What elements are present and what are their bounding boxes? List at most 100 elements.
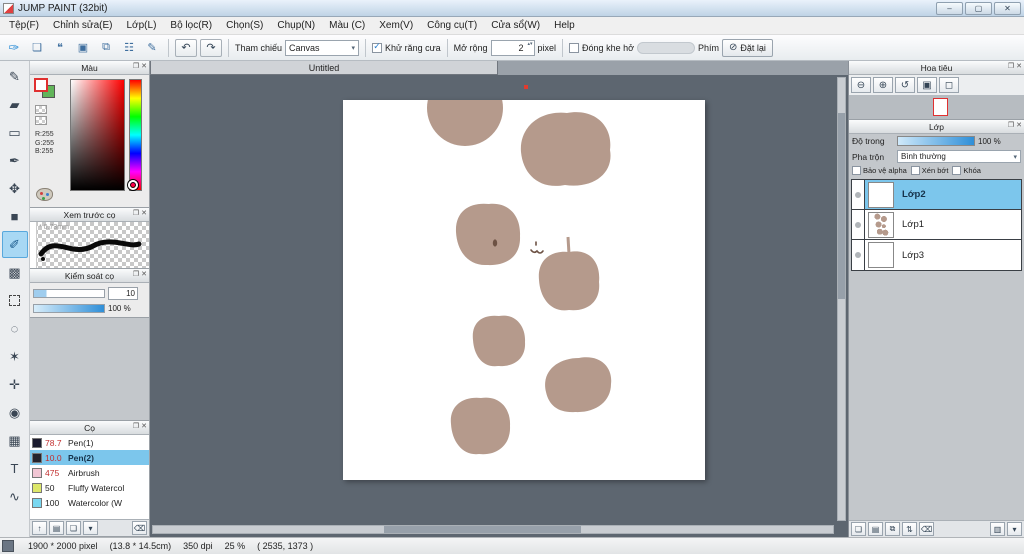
text-tool[interactable]: T [2,455,28,482]
magic-wand-tool[interactable]: ✶ [2,343,28,370]
panel-close-icon[interactable]: ✕ [141,209,147,217]
comment-icon[interactable]: ❝ [50,39,70,57]
pen-tool[interactable]: ✎ [2,63,28,90]
brush-tool[interactable]: ✐ [1,231,28,258]
brush-up-icon[interactable]: ↑ [32,521,47,535]
fit-screen-icon[interactable]: ▣ [917,77,937,93]
menu-help[interactable]: Help [547,18,582,33]
display-icon[interactable]: ▣ [73,39,93,57]
reference-dropdown[interactable]: Canvas ▾ [285,39,360,56]
vertical-scrollbar-thumb[interactable] [838,113,845,299]
horizontal-scrollbar-thumb[interactable] [384,526,582,533]
palette-icon[interactable] [36,188,53,201]
shape-tool[interactable]: ▭ [2,119,28,146]
delete-brush-icon[interactable]: ⌫ [132,521,147,535]
drawing-canvas[interactable] [343,100,705,480]
transparent-swatch-1[interactable] [35,105,47,114]
undo-button[interactable]: ↶ [175,38,197,57]
delete-layer-icon[interactable]: ⌫ [919,522,934,536]
move-tool[interactable]: ✥ [2,175,28,202]
brush-row-airbrush[interactable]: 475 Airbrush [30,465,149,480]
curve-tool[interactable]: ∿ [2,483,28,510]
menu-edit[interactable]: Chỉnh sửa(E) [46,18,120,33]
reset-button[interactable]: ⊘ Đặt lại [722,38,773,57]
menu-file[interactable]: Tệp(F) [2,18,46,33]
brush-row-pen1[interactable]: 78.7 Pen(1) [30,435,149,450]
menu-filter[interactable]: Bộ lọc(R) [163,18,219,33]
popout-icon[interactable]: ❐ [1008,62,1014,70]
popout-icon[interactable]: ❐ [133,270,139,278]
eraser-tool[interactable]: ▰ [2,91,28,118]
menu-tools[interactable]: Công cụ(T) [420,18,484,33]
layer-visibility-toggle[interactable] [852,240,865,270]
popout-icon[interactable]: ❐ [133,62,139,70]
lock-checkbox[interactable] [952,166,962,175]
tone-tool[interactable]: ▩ [2,259,28,286]
brush-row-fluffy-watercolor[interactable]: 50 Fluffy Watercol [30,480,149,495]
brush-row-watercolor[interactable]: 100 Watercolor (W [30,495,149,510]
foreground-color-chip[interactable] [34,78,48,92]
new-brush-icon[interactable]: ❏ [66,521,81,535]
vertical-scrollbar[interactable] [837,77,846,521]
menu-view[interactable]: Xem(V) [372,18,420,33]
zoom-in-icon[interactable]: ⊕ [873,77,893,93]
pixel-view-icon[interactable]: ◻ [939,77,959,93]
popout-icon[interactable]: ❐ [133,422,139,430]
duplicate-layer-icon[interactable]: ⧉ [885,522,900,536]
hue-indicator[interactable] [128,180,138,190]
menu-layer[interactable]: Lớp(L) [120,18,164,33]
clipping-checkbox[interactable] [910,166,920,175]
layer-visibility-toggle[interactable] [852,210,865,239]
popout-icon[interactable]: ❐ [133,209,139,217]
bucket-tool[interactable]: ◉ [2,399,28,426]
brush-menu-icon[interactable]: ▾ [83,521,98,535]
horizontal-scrollbar[interactable] [152,525,834,534]
grid-tool[interactable]: ▦ [2,427,28,454]
brush-folder-icon[interactable]: ▤ [49,521,64,535]
navigator-view-rect[interactable] [933,98,948,116]
minimize-button[interactable]: – [936,1,963,15]
close-gap-checkbox[interactable] [569,42,580,53]
ink-pen-tool[interactable]: ✒ [2,147,28,174]
material-icon[interactable]: ☷ [119,39,139,57]
blend-mode-dropdown[interactable]: Bình thường ▾ [897,150,1021,163]
layer-opacity-slider[interactable] [897,136,975,146]
menu-window[interactable]: Cửa sổ(W) [484,18,547,33]
menu-color[interactable]: Màu (C) [322,18,372,33]
navigator-preview[interactable] [849,96,1024,120]
panel-close-icon[interactable]: ✕ [141,422,147,430]
stepper-arrows-icon[interactable]: ▴▾ [528,41,533,47]
layer-row-lop2[interactable]: Lớp2 [852,180,1021,210]
layer-row-lop3[interactable]: Lớp3 [852,240,1021,270]
reorder-layer-icon[interactable]: ⇅ [902,522,917,536]
panel-close-icon[interactable]: ✕ [1016,121,1022,129]
popout-icon[interactable]: ❐ [1008,121,1014,129]
brush-size-slider[interactable] [33,289,105,298]
brush-row-pen2[interactable]: 10.0 Pen(2) [30,450,149,465]
brush-size-input[interactable]: 10 [108,287,138,300]
lasso-tool[interactable]: ◌ [2,315,28,342]
menu-capture[interactable]: Chụp(N) [270,18,322,33]
edit-canvas-icon[interactable]: ✎ [142,39,162,57]
marquee-select-tool[interactable] [2,287,28,314]
pages-icon[interactable]: ⧉ [96,39,116,57]
saturation-value-picker[interactable] [70,79,125,191]
layer-folder-icon[interactable]: ▤ [868,522,883,536]
brush-opacity-slider[interactable] [33,304,105,313]
layer-row-lop1[interactable]: Lớp1 [852,210,1021,240]
layer-options-icon[interactable]: ▥ [990,522,1005,536]
panel-close-icon[interactable]: ✕ [141,270,147,278]
medibang-brush-icon[interactable]: ✑ [4,39,24,57]
zoom-reset-icon[interactable]: ↺ [895,77,915,93]
hue-slider[interactable] [129,79,142,191]
close-button[interactable]: ✕ [994,1,1021,15]
document-tab[interactable]: Untitled [150,61,498,75]
transparent-swatch-2[interactable] [35,116,47,125]
export-icon[interactable]: ❏ [27,39,47,57]
maximize-button[interactable]: ▢ [965,1,992,15]
layer-menu-icon[interactable]: ▾ [1007,522,1022,536]
new-layer-icon[interactable]: ❏ [851,522,866,536]
fill-rect-tool[interactable]: ■ [2,203,28,230]
menu-select[interactable]: Chọn(S) [219,18,270,33]
protect-alpha-checkbox[interactable] [852,166,861,175]
